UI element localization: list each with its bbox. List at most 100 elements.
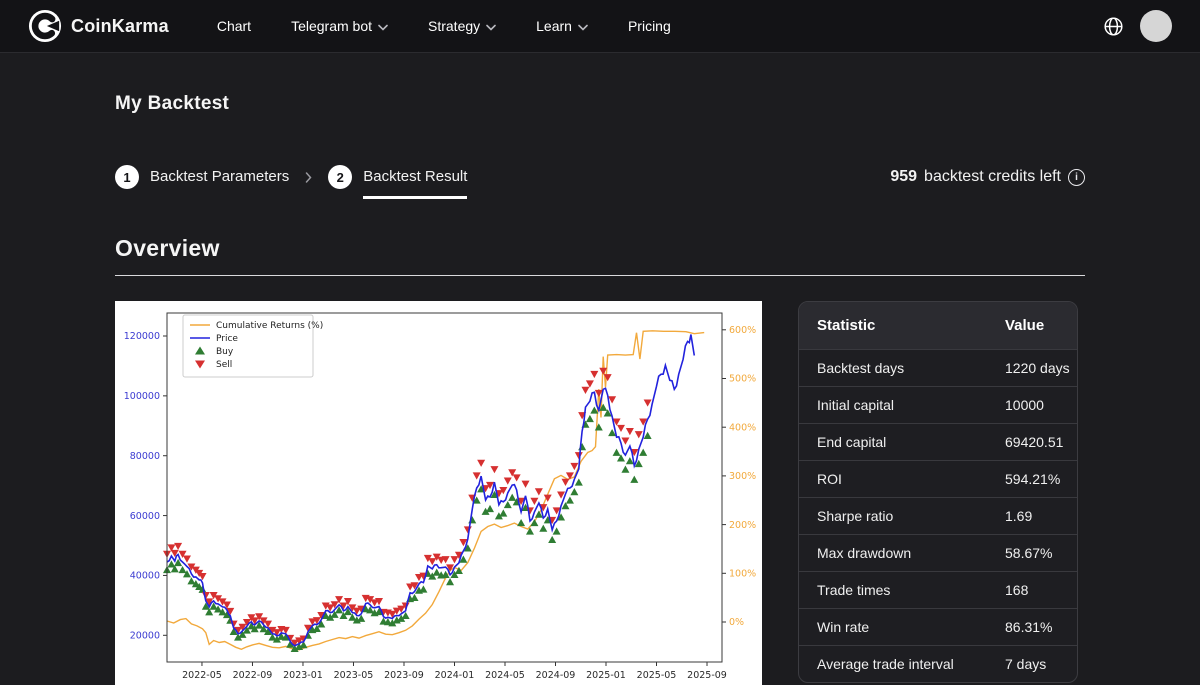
credits-indicator: 959 backtest credits left i (890, 168, 1085, 186)
table-row: Initial capital10000 (799, 387, 1077, 424)
credits-count: 959 (890, 168, 917, 186)
step-indicator: 1 Backtest Parameters 2 Backtest Result (115, 165, 467, 189)
svg-text:300%: 300% (729, 471, 756, 482)
nav-item-label: Pricing (628, 18, 671, 34)
overview-panels: 20000 40000 60000 80000 100000 120000 0% 100% 20… (115, 301, 1085, 685)
step-number: 1 (115, 165, 139, 189)
stat-label: End capital (799, 424, 993, 461)
svg-text:400%: 400% (729, 422, 756, 433)
svg-text:200%: 200% (729, 520, 756, 531)
brand-name: CoinKarma (71, 16, 169, 37)
table-row: ROI594.21% (799, 461, 1077, 498)
svg-text:Buy: Buy (216, 347, 234, 357)
svg-text:2023-09: 2023-09 (384, 670, 424, 681)
stat-value: 594.21% (993, 461, 1077, 498)
step-label: Backtest Parameters (150, 168, 289, 187)
nav-right (1103, 10, 1172, 42)
chevron-down-icon (578, 24, 588, 31)
svg-text:20000: 20000 (130, 631, 160, 642)
table-row: Backtest days1220 days (799, 350, 1077, 387)
nav-menu: Chart Telegram bot Strategy Learn Pricing (217, 18, 671, 34)
backtest-chart: 20000 40000 60000 80000 100000 120000 0% 100% 20… (115, 301, 762, 685)
nav-item-strategy[interactable]: Strategy (428, 18, 496, 34)
table-row: Win rate86.31% (799, 609, 1077, 646)
stat-value: 69420.51 (993, 424, 1077, 461)
svg-text:2022-09: 2022-09 (233, 670, 273, 681)
stat-label: Max drawdown (799, 535, 993, 572)
backtest-chart-svg: 20000 40000 60000 80000 100000 120000 0% 100% 20… (115, 301, 762, 685)
step-2-backtest-result[interactable]: 2 Backtest Result (328, 165, 467, 189)
stats-col-value: Value (993, 302, 1077, 350)
svg-text:2025-05: 2025-05 (637, 670, 677, 681)
svg-text:Sell: Sell (216, 360, 232, 370)
stats-table: Statistic Value Backtest days1220 daysIn… (799, 302, 1077, 682)
avatar[interactable] (1140, 10, 1172, 42)
nav-item-label: Learn (536, 18, 572, 34)
svg-text:2023-01: 2023-01 (283, 670, 323, 681)
svg-text:40000: 40000 (130, 571, 160, 582)
stats-col-statistic: Statistic (799, 302, 993, 350)
steps-row: 1 Backtest Parameters 2 Backtest Result 959… (115, 165, 1085, 189)
svg-text:Cumulative Returns (%): Cumulative Returns (%) (216, 321, 323, 331)
svg-text:100%: 100% (729, 569, 756, 580)
nav-item-label: Strategy (428, 18, 480, 34)
table-row: End capital69420.51 (799, 424, 1077, 461)
nav-item-learn[interactable]: Learn (536, 18, 588, 34)
svg-text:2024-01: 2024-01 (435, 670, 475, 681)
stat-label: Sharpe ratio (799, 498, 993, 535)
credits-label: backtest credits left (924, 168, 1061, 186)
svg-text:2022-05: 2022-05 (182, 670, 222, 681)
svg-text:2023-05: 2023-05 (334, 670, 374, 681)
svg-text:2025-09: 2025-09 (687, 670, 727, 681)
stat-label: Initial capital (799, 387, 993, 424)
section-divider (115, 275, 1085, 276)
table-row: Sharpe ratio1.69 (799, 498, 1077, 535)
svg-text:2024-09: 2024-09 (536, 670, 576, 681)
stat-value: 168 (993, 572, 1077, 609)
stat-value: 1.69 (993, 498, 1077, 535)
stat-label: Trade times (799, 572, 993, 609)
stat-label: Average trade interval (799, 646, 993, 683)
page-title: My Backtest (115, 93, 1085, 115)
step-number: 2 (328, 165, 352, 189)
coinkarma-logo (28, 9, 62, 43)
stats-header-row: Statistic Value (799, 302, 1077, 350)
main-content: My Backtest 1 Backtest Parameters 2 Backtes… (115, 93, 1085, 685)
svg-text:0%: 0% (729, 617, 744, 628)
globe-icon[interactable] (1103, 16, 1124, 37)
nav-item-label: Chart (217, 18, 251, 34)
chevron-right-icon (305, 172, 312, 183)
svg-text:120000: 120000 (124, 331, 160, 342)
chevron-down-icon (378, 24, 388, 31)
info-icon[interactable]: i (1068, 169, 1085, 186)
nav-item-label: Telegram bot (291, 18, 372, 34)
top-nav: CoinKarma Chart Telegram bot Strategy Learn… (0, 0, 1200, 53)
svg-text:2024-05: 2024-05 (485, 670, 525, 681)
chart-legend: Cumulative Returns (%) Price Buy Sell (183, 315, 323, 377)
stat-value: 7 days (993, 646, 1077, 683)
svg-text:500%: 500% (729, 374, 756, 385)
stat-value: 10000 (993, 387, 1077, 424)
section-title: Overview (115, 235, 1085, 262)
svg-text:80000: 80000 (130, 451, 160, 462)
chevron-down-icon (486, 24, 496, 31)
stat-label: Win rate (799, 609, 993, 646)
stat-value: 86.31% (993, 609, 1077, 646)
svg-text:2025-01: 2025-01 (586, 670, 626, 681)
nav-item-telegram-bot[interactable]: Telegram bot (291, 18, 388, 34)
table-row: Max drawdown58.67% (799, 535, 1077, 572)
table-row: Average trade interval7 days (799, 646, 1077, 683)
svg-text:100000: 100000 (124, 391, 160, 402)
stat-value: 58.67% (993, 535, 1077, 572)
svg-text:600%: 600% (729, 325, 756, 336)
nav-item-pricing[interactable]: Pricing (628, 18, 671, 34)
stat-label: ROI (799, 461, 993, 498)
nav-item-chart[interactable]: Chart (217, 18, 251, 34)
brand[interactable]: CoinKarma (28, 9, 169, 43)
step-label: Backtest Result (363, 168, 467, 187)
stat-label: Backtest days (799, 350, 993, 387)
step-1-backtest-parameters[interactable]: 1 Backtest Parameters (115, 165, 289, 189)
stat-value: 1220 days (993, 350, 1077, 387)
svg-text:60000: 60000 (130, 511, 160, 522)
svg-text:Price: Price (216, 334, 238, 344)
